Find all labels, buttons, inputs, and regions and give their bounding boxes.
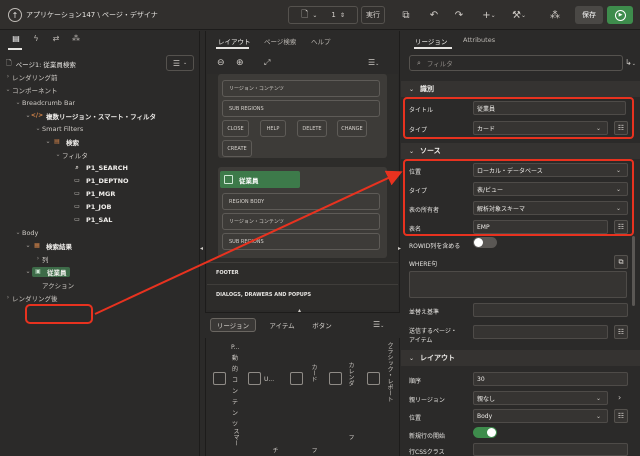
annotation-arrow	[94, 170, 403, 315]
